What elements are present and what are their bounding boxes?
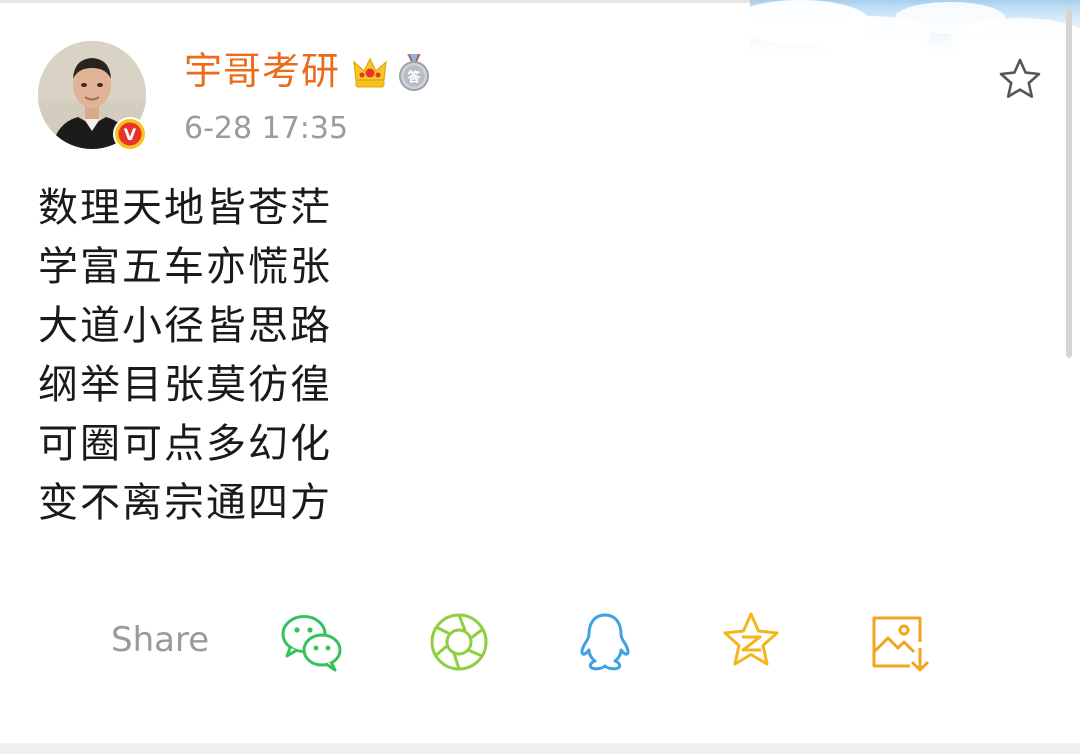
post-line: 大道小径皆思路 (38, 303, 332, 349)
qzone-icon[interactable] (718, 610, 784, 674)
wechat-icon[interactable] (279, 610, 345, 674)
verified-badge-letter: V (124, 125, 137, 144)
post-line: 学富五车亦慌张 (38, 244, 332, 290)
bottom-divider (0, 743, 1080, 754)
post-body: 数理天地皆苍茫 学富五车亦慌张 大道小径皆思路 纲举目张莫彷徨 可圈可点多幻化 … (38, 179, 332, 533)
author-name[interactable]: 宇哥考研 (184, 47, 340, 95)
star-outline-icon[interactable] (996, 56, 1044, 102)
post-line: 纲举目张莫彷徨 (38, 362, 332, 408)
post-line: 变不离宗通四方 (38, 480, 332, 526)
post-line: 可圈可点多幻化 (38, 421, 332, 467)
medal-badge-char: 答 (407, 70, 421, 86)
qq-icon[interactable] (572, 610, 638, 674)
crown-icon[interactable] (351, 53, 389, 91)
post-line: 数理天地皆苍茫 (38, 185, 332, 231)
scrollbar[interactable] (1066, 6, 1072, 358)
share-label: Share (111, 620, 210, 660)
verified-badge-icon: V (112, 116, 148, 152)
post-timestamp: 6-28 17:35 (184, 111, 349, 146)
wechat-moments-icon[interactable] (426, 610, 492, 674)
medal-icon[interactable]: 答 (397, 52, 431, 92)
weibo-post-card: V 宇哥考研 答 6-28 17:35 数理天地皆苍茫 学富五车亦慌张 大道小径… (0, 0, 1080, 754)
save-image-icon[interactable] (866, 610, 932, 674)
